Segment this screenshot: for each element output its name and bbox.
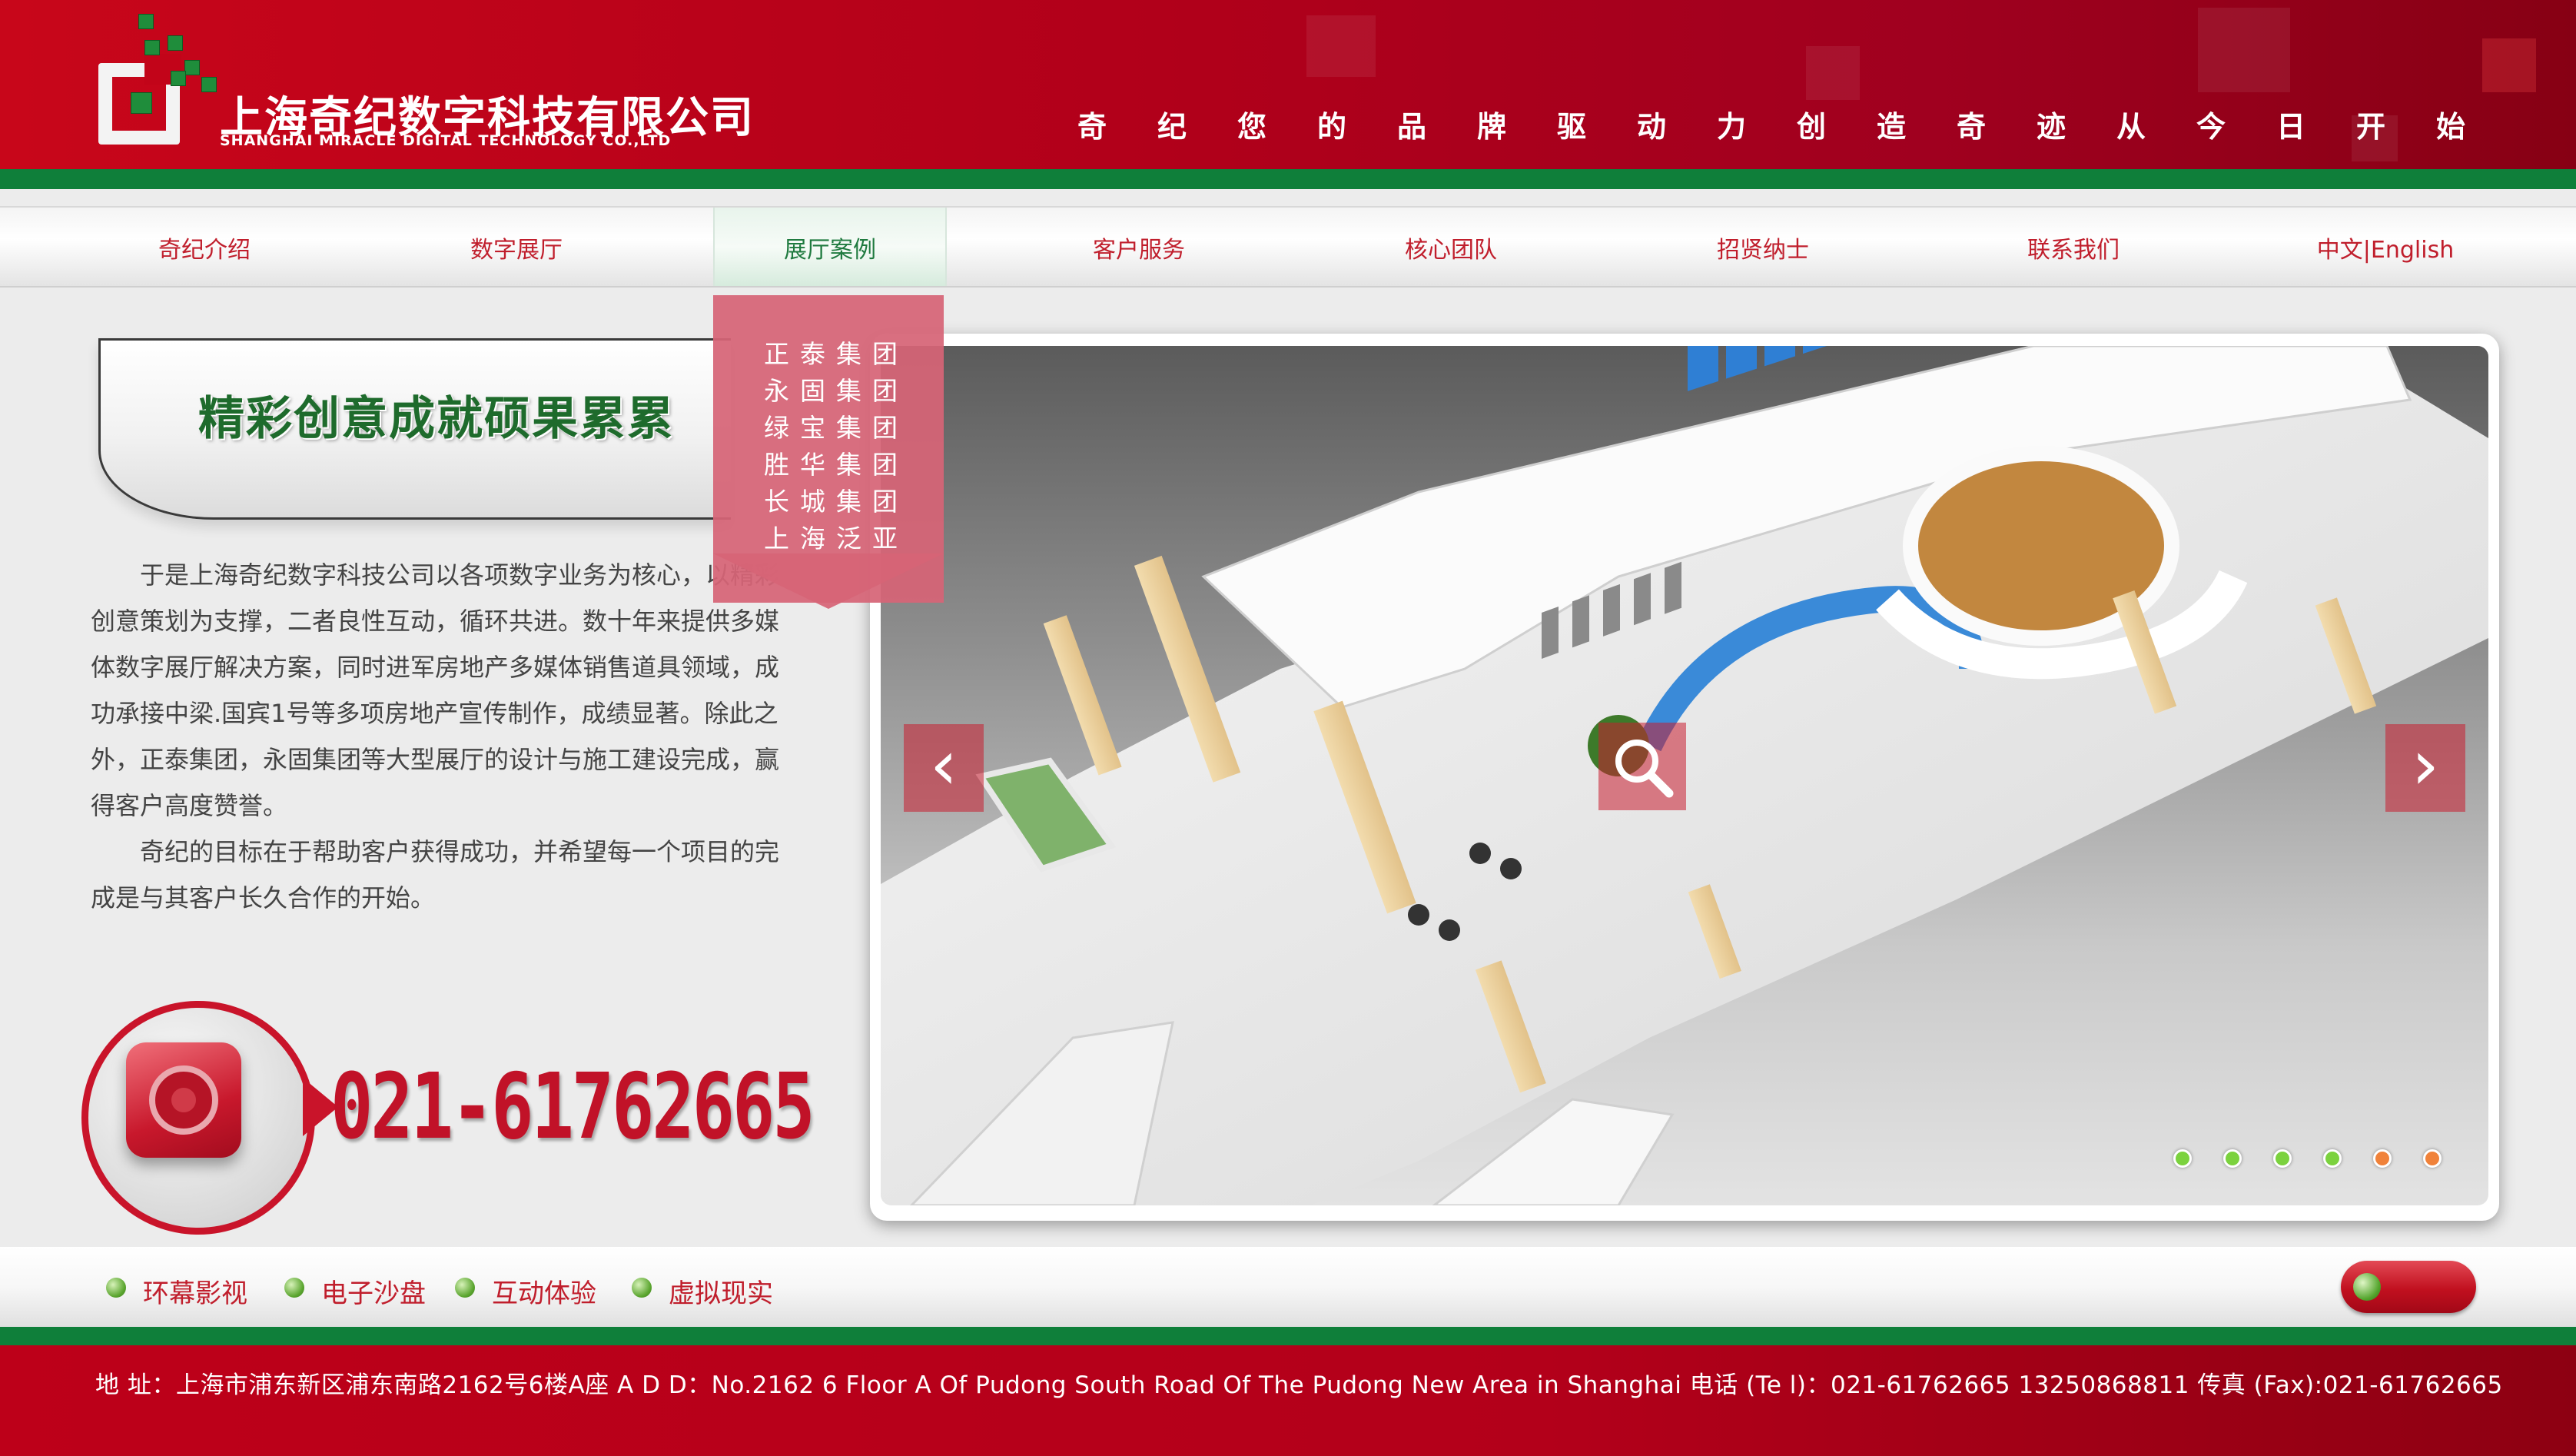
logo-pixel-icon xyxy=(184,60,200,75)
green-bullet-icon xyxy=(632,1278,652,1298)
green-bullet-icon xyxy=(284,1278,304,1298)
dropdown-item-yonggu[interactable]: 永固集团 xyxy=(764,371,918,407)
green-bullet-icon xyxy=(106,1278,126,1298)
slide-dot[interactable] xyxy=(2223,1149,2242,1168)
slide-dot[interactable] xyxy=(2373,1149,2392,1168)
nav-item-cases[interactable]: 展厅案例 xyxy=(713,208,947,286)
intro-paragraph: 于是上海奇纪数字科技公司以各项数字业务为核心，以精彩创意策划为支撑，二者良性互动… xyxy=(91,560,780,820)
nav-item-jobs[interactable]: 招贤纳士 xyxy=(1648,208,1878,286)
dropdown-item-changcheng[interactable]: 长城集团 xyxy=(764,481,918,518)
decor-square xyxy=(1806,46,1860,100)
dropdown-item-fanya[interactable]: 上海泛亚 xyxy=(764,518,918,555)
header: 上海奇纪数字科技有限公司 SHANGHAI MIRACLE DIGITAL TE… xyxy=(0,0,2576,169)
main-nav: 奇纪介绍 数字展厅 展厅案例 客户服务 核心团队 招贤纳士 联系我们 中文|En… xyxy=(0,206,2576,288)
logo-pixel-icon xyxy=(201,77,217,92)
nav-item-digital-hall[interactable]: 数字展厅 xyxy=(401,208,632,286)
footer xyxy=(0,1345,2576,1456)
dropdown-tip xyxy=(713,553,944,609)
toggle-knob-icon xyxy=(2353,1273,2381,1301)
company-name-en: SHANGHAI MIRACLE DIGITAL TECHNOLOGY CO.,… xyxy=(220,132,672,149)
logo-pixel-icon xyxy=(168,35,183,51)
logo-pixel-icon xyxy=(171,71,186,86)
dropdown-item-shenghua[interactable]: 胜华集团 xyxy=(764,444,918,481)
green-bullet-icon xyxy=(455,1278,475,1298)
magnifier-icon xyxy=(1615,740,1674,798)
next-slide-button[interactable]: › xyxy=(2385,724,2465,812)
link-interactive-experience[interactable]: 互动体验 xyxy=(492,1272,596,1310)
slide-dot[interactable] xyxy=(2323,1149,2342,1168)
nav-item-service[interactable]: 客户服务 xyxy=(1024,208,1254,286)
chevron-left-icon: ‹ xyxy=(930,725,958,806)
decor-square xyxy=(2198,8,2290,92)
header-green-band xyxy=(0,169,2576,189)
chevron-right-icon: › xyxy=(2412,725,2439,806)
dropdown-item-lvbao[interactable]: 绿宝集团 xyxy=(764,407,918,444)
logo-pixel-icon xyxy=(144,40,160,55)
music-toggle[interactable] xyxy=(2341,1261,2476,1313)
footer-address: 地 址：上海市浦东新区浦东南路2162号6楼A座 A D D：No.2162 6… xyxy=(95,1371,2503,1399)
nav-item-language[interactable]: 中文|English xyxy=(2270,208,2501,286)
phone-number: 021-61762665 xyxy=(330,1053,815,1159)
logo-pixel-icon xyxy=(131,92,152,114)
intro-text: 于是上海奇纪数字科技公司以各项数字业务为核心，以精彩创意策划为支撑，二者良性互动… xyxy=(91,552,782,921)
nav-item-team[interactable]: 核心团队 xyxy=(1336,208,1566,286)
decor-square xyxy=(1306,15,1376,77)
intro-paragraph: 奇纪的目标在于帮助客户获得成功，并希望每一个项目的完成是与其客户长久合作的开始。 xyxy=(91,837,780,912)
nav-item-about[interactable]: 奇纪介绍 xyxy=(89,208,320,286)
telephone-icon xyxy=(126,1042,241,1158)
slogan: 奇纪您的品牌驱动力创造奇迹从今日开始 xyxy=(1077,109,2517,144)
link-surround-cinema[interactable]: 环幕影视 xyxy=(143,1272,247,1310)
logo-pixel-icon xyxy=(138,14,154,29)
slide-dot[interactable] xyxy=(2173,1149,2192,1168)
zoom-button[interactable] xyxy=(1598,723,1686,810)
link-virtual-reality[interactable]: 虚拟现实 xyxy=(669,1272,773,1310)
slide-dot[interactable] xyxy=(2273,1149,2292,1168)
nav-item-contact[interactable]: 联系我们 xyxy=(1958,208,2189,286)
decor-square xyxy=(2482,38,2536,92)
slide-dot-active[interactable] xyxy=(2423,1149,2442,1168)
footer-green-band xyxy=(0,1327,2576,1345)
link-electronic-sand-table[interactable]: 电子沙盘 xyxy=(321,1272,426,1310)
prev-slide-button[interactable]: ‹ xyxy=(904,724,984,812)
dropdown-item-zhengtai[interactable]: 正泰集团 xyxy=(764,334,918,371)
headline: 精彩创意成就硕果累累 xyxy=(198,392,675,446)
telephone-dial-icon xyxy=(149,1065,218,1135)
company-logo[interactable] xyxy=(98,14,217,154)
